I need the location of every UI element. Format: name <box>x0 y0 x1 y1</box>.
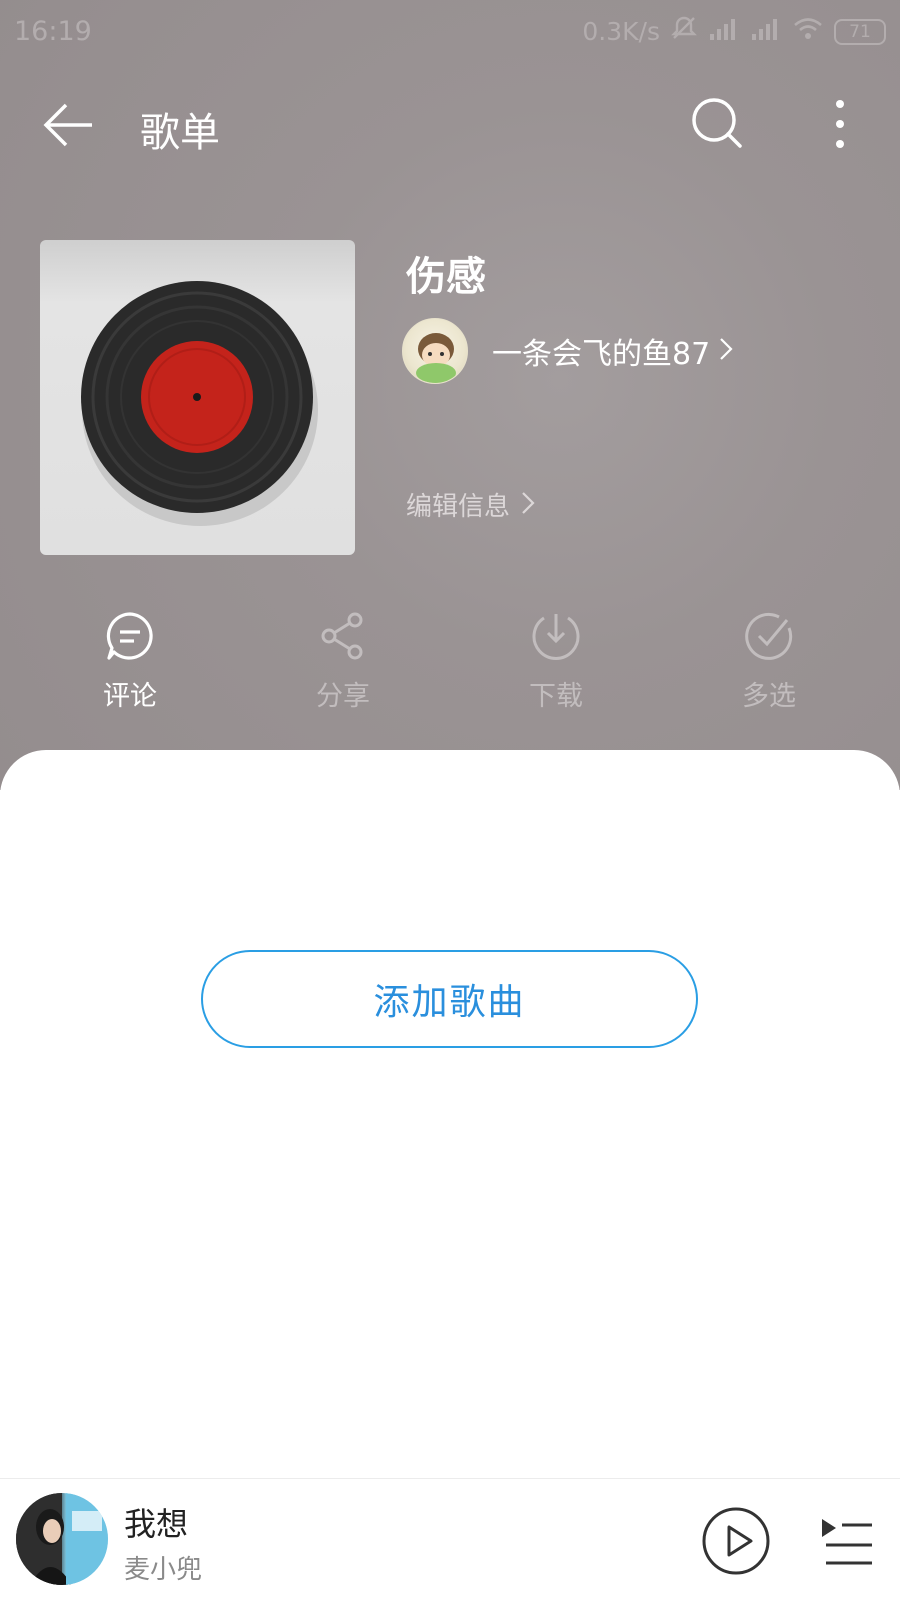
signal-icon <box>750 14 782 49</box>
vinyl-record-image <box>81 281 318 526</box>
chevron-right-icon <box>718 335 734 367</box>
status-indicators: 0.3K/s 71 <box>582 14 886 49</box>
mute-icon <box>670 14 698 49</box>
comment-icon <box>106 612 153 660</box>
song-artist: 麦小兜 <box>124 1555 203 1585</box>
download-label: 下载 <box>529 681 583 712</box>
back-arrow-icon[interactable] <box>40 100 96 150</box>
play-icon[interactable] <box>700 1505 772 1577</box>
playlist-cover[interactable] <box>40 240 355 555</box>
song-list-panel: 添加歌曲 <box>0 750 900 1478</box>
wifi-icon <box>792 14 824 49</box>
more-vertical-icon[interactable] <box>820 96 860 152</box>
album-thumbnail[interactable] <box>16 1493 108 1585</box>
multi-select-label: 多选 <box>742 681 796 712</box>
share-label: 分享 <box>316 681 370 712</box>
playlist-header-area: 16:19 0.3K/s 71 歌单 伤感 一条会飞的鱼87 编辑信息 评论 分… <box>0 0 900 790</box>
status-time: 16:19 <box>14 16 92 47</box>
chevron-right-icon <box>520 489 536 521</box>
hd-signal-icon <box>708 14 740 49</box>
search-icon[interactable] <box>690 96 746 152</box>
app-header: 歌单 <box>0 80 900 170</box>
edit-info-link[interactable]: 编辑信息 <box>406 486 536 523</box>
creator-row[interactable]: 一条会飞的鱼87 <box>402 318 734 384</box>
playlist-icon[interactable] <box>818 1511 876 1571</box>
page-title: 歌单 <box>140 110 220 156</box>
share-icon <box>321 612 363 660</box>
check-icon <box>745 612 793 660</box>
multi-select-button[interactable]: 多选 <box>699 610 839 720</box>
comment-label: 评论 <box>103 681 157 712</box>
status-bar: 16:19 0.3K/s 71 <box>0 0 900 62</box>
action-bar: 评论 分享 下载 多选 <box>0 610 900 720</box>
network-speed: 0.3K/s <box>582 17 660 46</box>
battery-icon: 71 <box>834 18 886 45</box>
comment-button[interactable]: 评论 <box>60 610 200 720</box>
mini-player[interactable]: 我想 麦小兜 <box>0 1478 900 1600</box>
add-song-button[interactable]: 添加歌曲 <box>201 950 698 1048</box>
song-title: 我想 <box>124 1505 189 1543</box>
edit-info-label: 编辑信息 <box>406 492 511 522</box>
download-button[interactable]: 下载 <box>486 610 626 720</box>
download-icon <box>532 614 580 660</box>
creator-name: 一条会飞的鱼87 <box>492 337 711 372</box>
creator-avatar <box>402 318 468 384</box>
playlist-name: 伤感 <box>406 254 486 300</box>
share-button[interactable]: 分享 <box>273 610 413 720</box>
